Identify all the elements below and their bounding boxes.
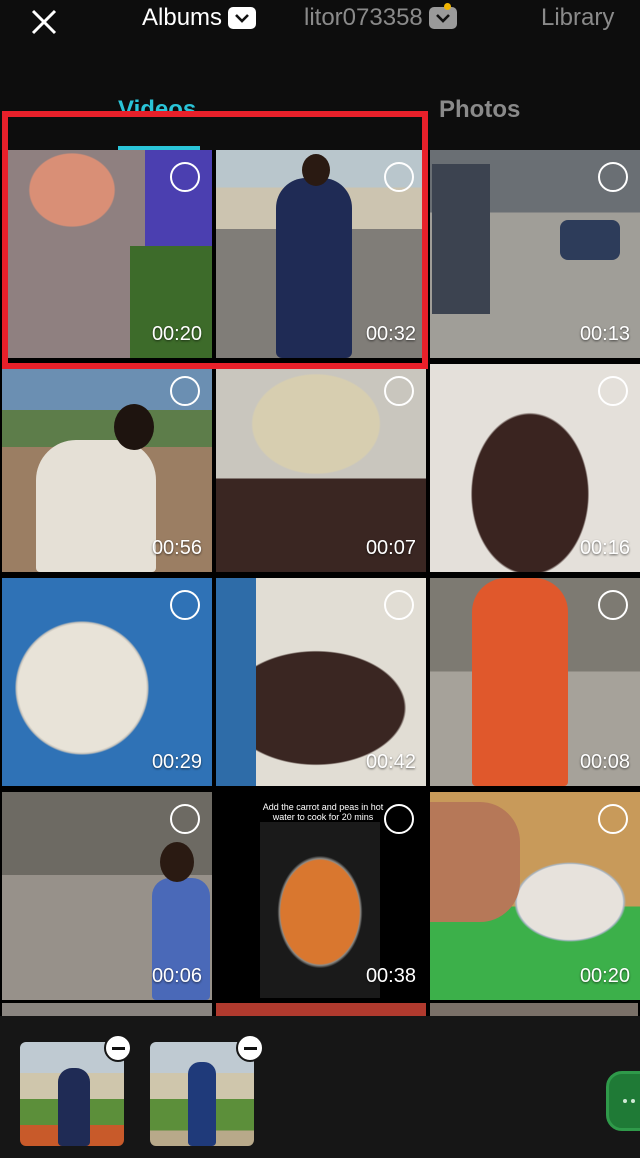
select-circle[interactable] xyxy=(384,376,414,406)
media-thumbnail[interactable]: 00:20 xyxy=(430,792,640,1000)
notification-dot xyxy=(444,3,451,10)
chevron-down-icon xyxy=(428,7,457,29)
media-thumbnail[interactable] xyxy=(216,1003,426,1016)
video-thumbnail-image xyxy=(260,822,380,998)
person-figure xyxy=(188,1062,216,1146)
media-thumbnail[interactable]: 00:42 xyxy=(216,578,426,786)
video-duration: 00:20 xyxy=(579,965,630,987)
media-tabs: Videos Photos xyxy=(0,64,640,150)
media-thumbnail[interactable]: 00:08 xyxy=(430,578,640,786)
media-thumbnail[interactable] xyxy=(2,1003,212,1016)
select-circle[interactable] xyxy=(170,804,200,834)
bucket xyxy=(560,220,620,260)
more-dots-icon xyxy=(631,1099,635,1103)
media-thumbnail[interactable] xyxy=(430,1003,638,1016)
select-circle[interactable] xyxy=(170,590,200,620)
person-figure xyxy=(36,440,156,572)
select-circle[interactable] xyxy=(384,804,414,834)
media-thumbnail[interactable]: 00:32 xyxy=(216,150,426,358)
video-duration: 00:29 xyxy=(151,751,202,773)
person-head xyxy=(114,404,154,450)
select-circle[interactable] xyxy=(598,376,628,406)
video-duration: 00:20 xyxy=(151,323,202,345)
media-thumbnail[interactable]: 00:07 xyxy=(216,364,426,572)
select-circle[interactable] xyxy=(170,162,200,192)
selected-tray xyxy=(0,1016,640,1158)
video-duration: 00:08 xyxy=(579,751,630,773)
more-dots-icon xyxy=(623,1099,627,1103)
media-thumbnail[interactable]: 00:13 xyxy=(430,150,640,358)
media-thumbnail[interactable]: 00:20 xyxy=(2,150,212,358)
close-icon xyxy=(31,9,57,35)
person-figure xyxy=(472,578,568,786)
video-duration: 00:13 xyxy=(579,323,630,345)
account-selector[interactable]: litor073358 xyxy=(304,4,457,32)
select-circle[interactable] xyxy=(598,804,628,834)
next-row-peek xyxy=(0,1003,640,1016)
person-figure xyxy=(432,164,490,314)
select-circle[interactable] xyxy=(598,162,628,192)
remove-clip-button[interactable] xyxy=(104,1034,132,1062)
hand xyxy=(430,802,520,922)
video-duration: 00:38 xyxy=(365,965,416,987)
person-head xyxy=(302,154,330,186)
next-button[interactable] xyxy=(606,1071,640,1131)
person-figure xyxy=(276,178,352,358)
tab-photos[interactable]: Photos xyxy=(439,96,520,124)
select-circle[interactable] xyxy=(384,162,414,192)
minus-icon xyxy=(111,1046,125,1050)
remove-clip-button[interactable] xyxy=(236,1034,264,1062)
video-duration: 00:42 xyxy=(365,751,416,773)
media-thumbnail[interactable]: 00:29 xyxy=(2,578,212,786)
account-name: litor073358 xyxy=(304,4,423,31)
album-title: Albums xyxy=(142,4,223,31)
media-thumbnail[interactable]: 00:56 xyxy=(2,364,212,572)
tab-videos[interactable]: Videos xyxy=(118,96,196,124)
person-figure xyxy=(58,1068,90,1146)
chevron-down-icon xyxy=(228,7,257,29)
top-bar: Albums litor073358 Library xyxy=(0,0,640,64)
child-head xyxy=(160,842,194,882)
media-thumbnail[interactable]: Add the carrot and peas in hot water to … xyxy=(216,792,426,1000)
selected-clip-thumbnail[interactable] xyxy=(150,1042,254,1146)
media-thumbnail[interactable]: 00:06 xyxy=(2,792,212,1000)
library-tab[interactable]: Library xyxy=(541,4,614,32)
video-duration: 00:56 xyxy=(151,537,202,559)
video-duration: 00:07 xyxy=(365,537,416,559)
media-thumbnail[interactable]: 00:16 xyxy=(430,364,640,572)
video-duration: 00:32 xyxy=(365,323,416,345)
video-duration: 00:06 xyxy=(151,965,202,987)
select-circle[interactable] xyxy=(384,590,414,620)
video-caption: Add the carrot and peas in hot water to … xyxy=(262,802,384,822)
minus-icon xyxy=(243,1046,257,1050)
video-duration: 00:16 xyxy=(579,537,630,559)
close-button[interactable] xyxy=(26,4,62,40)
album-selector[interactable]: Albums xyxy=(142,4,257,32)
select-circle[interactable] xyxy=(170,376,200,406)
select-circle[interactable] xyxy=(598,590,628,620)
tray-edge xyxy=(216,578,256,786)
